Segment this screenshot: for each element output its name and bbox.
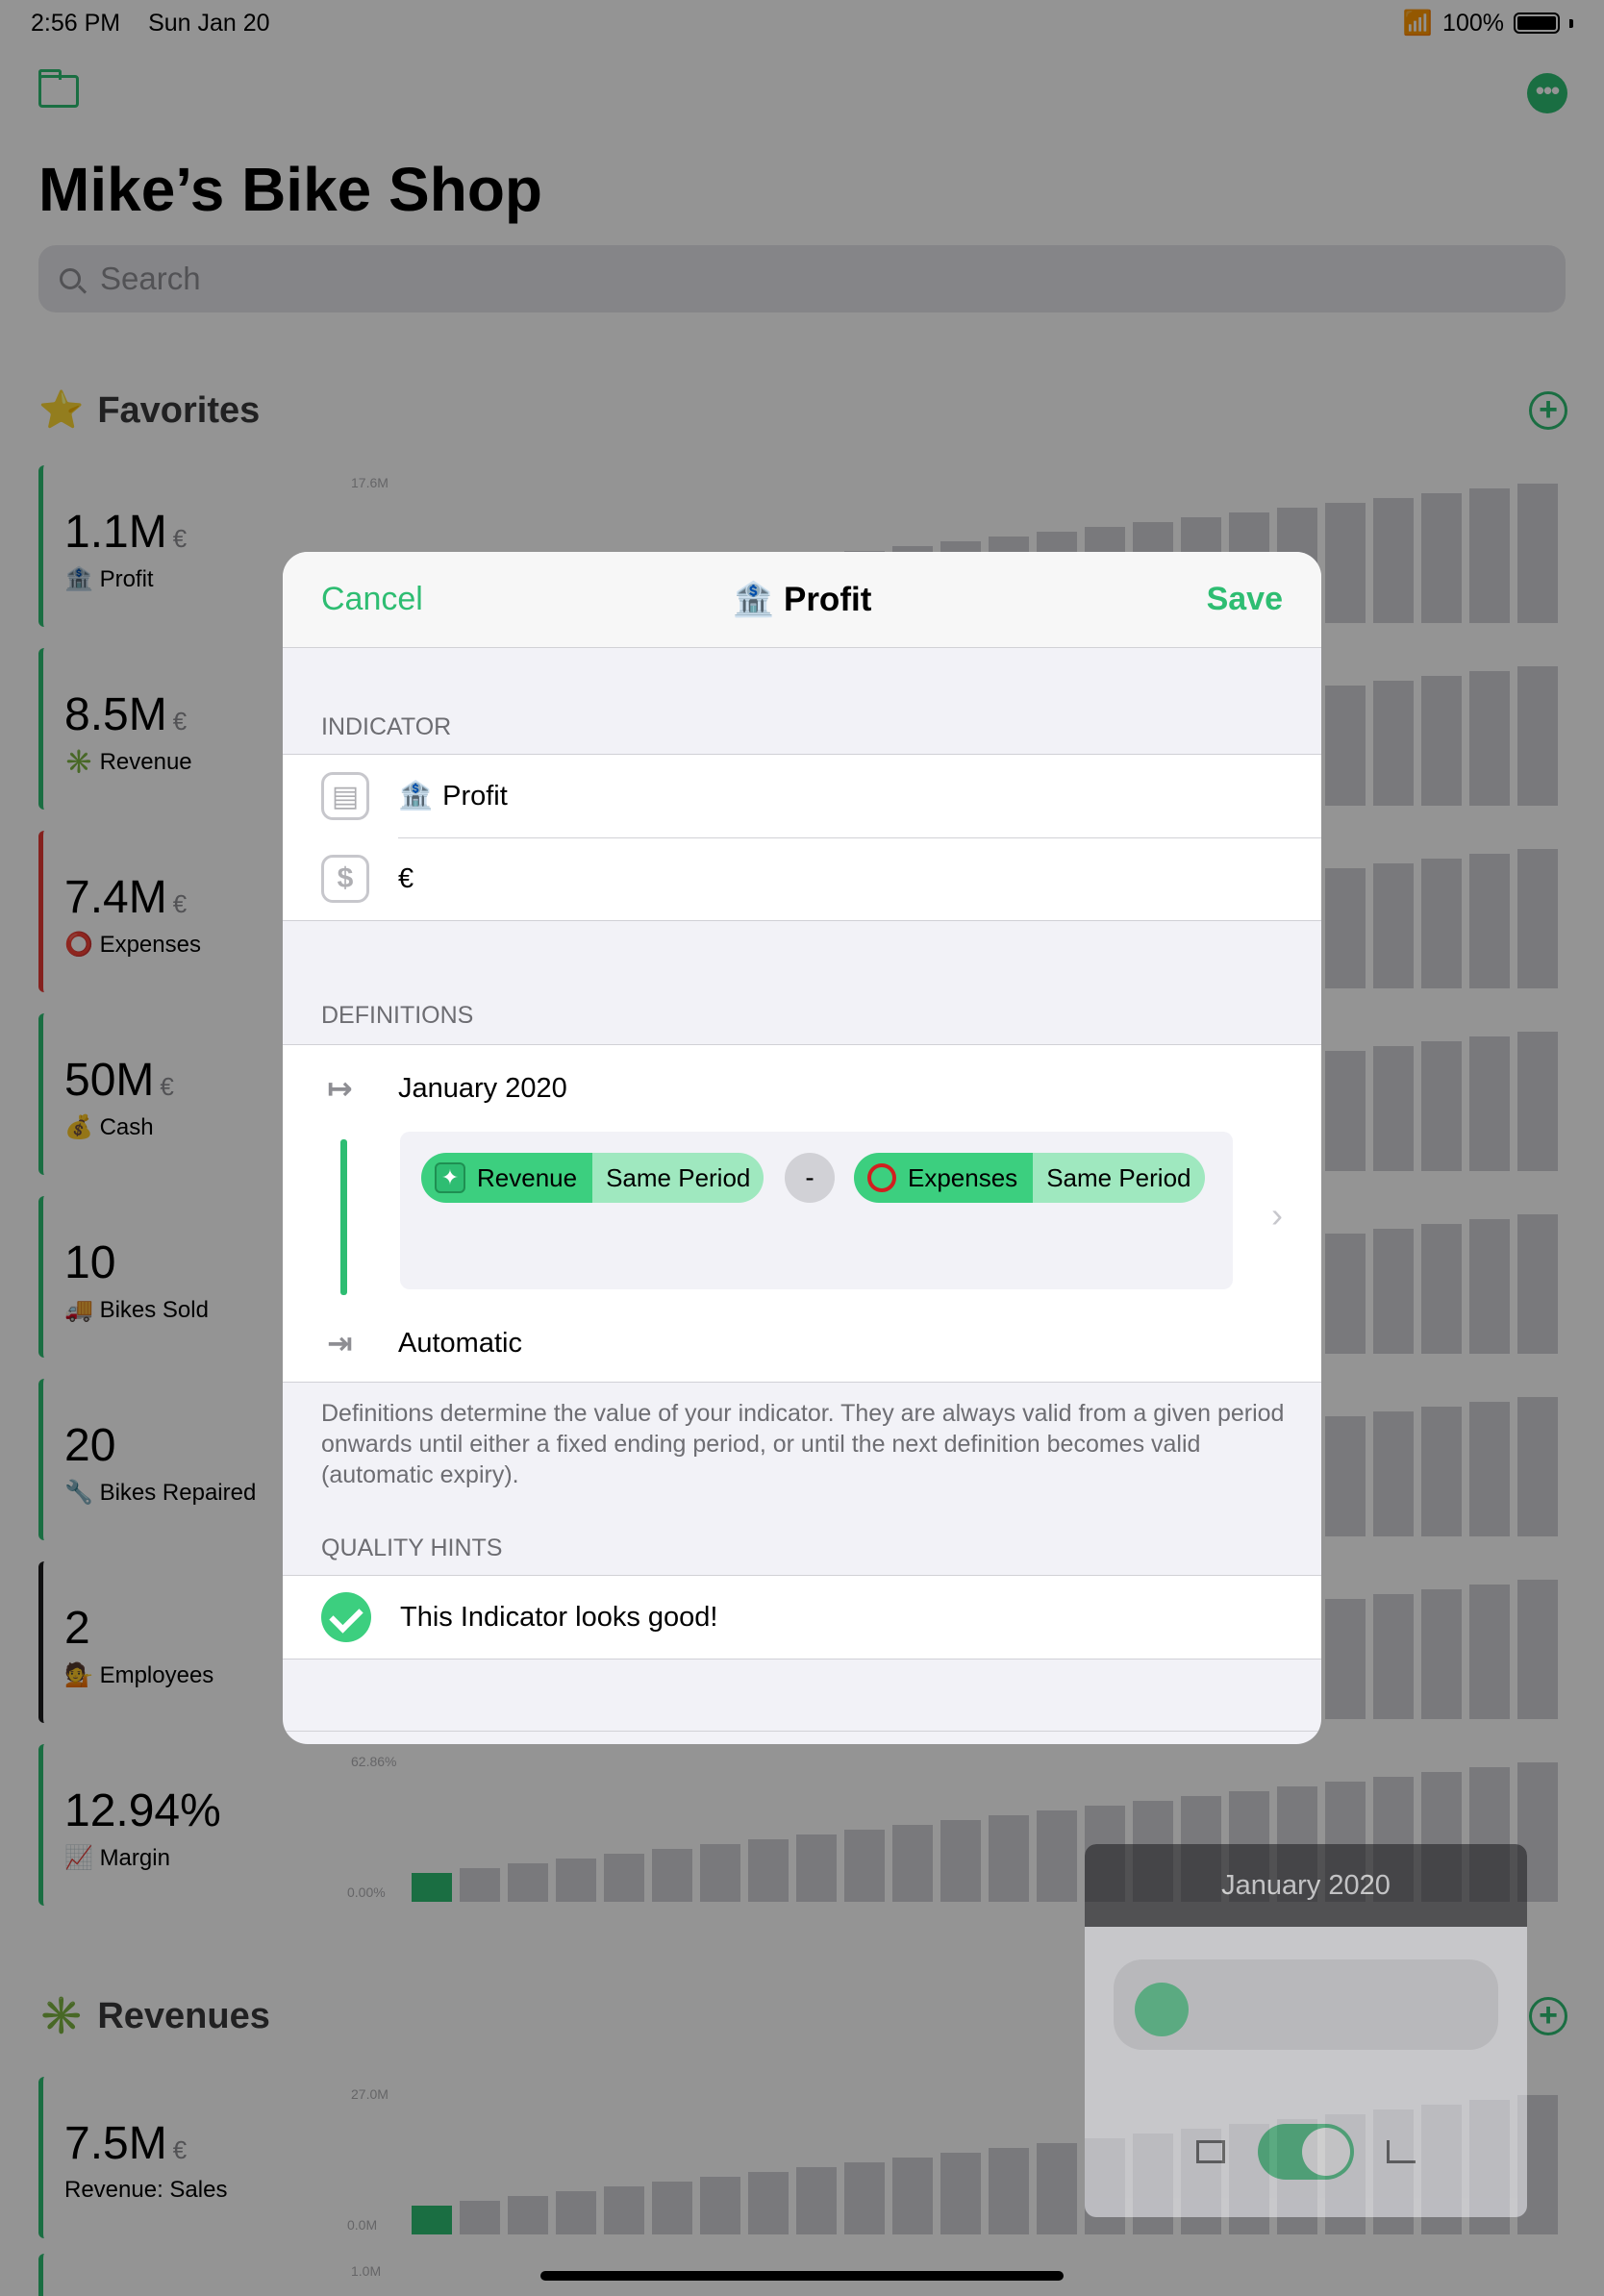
- red-circle-icon: [867, 1163, 896, 1192]
- sparkle-icon: ✦: [435, 1162, 465, 1193]
- formula-box[interactable]: ✦ Revenue Same Period - Expenses Same Per…: [400, 1132, 1233, 1289]
- save-button[interactable]: Save: [1207, 581, 1283, 618]
- indicator-group: ▤ 🏦 Profit $ €: [283, 754, 1321, 921]
- start-arrow-icon: ↦: [327, 1071, 353, 1106]
- sheet-title-text: Profit: [783, 581, 872, 618]
- validity-line: [340, 1139, 347, 1295]
- start-period-row[interactable]: ↦ January 2020: [283, 1045, 1321, 1132]
- quality-row: This Indicator looks good!: [283, 1576, 1321, 1659]
- popover-title: January 2020: [1085, 1844, 1527, 1927]
- popover-slider[interactable]: [1114, 1959, 1498, 2050]
- end-arrow-icon: ⇥: [327, 1326, 353, 1360]
- slider-knob[interactable]: [1135, 1983, 1189, 2036]
- token-name: Revenue: [477, 1162, 578, 1192]
- sheet-nav-bar: Cancel 🏦 Profit Save: [283, 552, 1321, 648]
- quality-header: QUALITY HINTS: [321, 1535, 503, 1561]
- start-period: January 2020: [398, 1072, 567, 1104]
- bank-icon: 🏦: [732, 581, 775, 618]
- sheet-bottom-divider: [283, 1731, 1321, 1732]
- contact-card-icon: ▤: [321, 772, 369, 820]
- view-toggle[interactable]: [1258, 2124, 1354, 2180]
- chart-icon[interactable]: [1387, 2140, 1416, 2163]
- end-period-row[interactable]: ⇥ Automatic: [283, 1305, 1321, 1382]
- token-period: Same Period: [592, 1153, 764, 1203]
- indicator-name-emoji: 🏦: [398, 781, 434, 811]
- definitions-group: ↦ January 2020 ✦ Revenue Same Period - Ex…: [283, 1044, 1321, 1383]
- formula-token-revenue[interactable]: ✦ Revenue Same Period: [421, 1153, 764, 1203]
- definitions-footnote: Definitions determine the value of your …: [321, 1400, 1285, 1488]
- indicator-name-row[interactable]: ▤ 🏦 Profit: [283, 755, 1321, 837]
- end-period: Automatic: [398, 1327, 522, 1359]
- cancel-button[interactable]: Cancel: [321, 581, 423, 618]
- table-icon[interactable]: [1196, 2140, 1225, 2163]
- formula-token-expenses[interactable]: Expenses Same Period: [854, 1153, 1205, 1203]
- token-period: Same Period: [1033, 1153, 1205, 1203]
- sheet-title: 🏦 Profit: [283, 580, 1321, 619]
- indicator-unit[interactable]: €: [398, 863, 414, 895]
- chevron-right-icon[interactable]: ›: [1271, 1195, 1283, 1235]
- quality-group: This Indicator looks good!: [283, 1575, 1321, 1660]
- quality-message: This Indicator looks good!: [400, 1601, 718, 1633]
- definition-formula[interactable]: ✦ Revenue Same Period - Expenses Same Per…: [283, 1132, 1321, 1305]
- indicator-unit-row[interactable]: $ €: [283, 837, 1321, 920]
- edit-indicator-sheet: Cancel 🏦 Profit Save INDICATOR ▤ 🏦 Profi…: [283, 552, 1321, 1744]
- formula-operator[interactable]: -: [785, 1153, 835, 1203]
- indicator-header: INDICATOR: [321, 713, 452, 740]
- indicator-name[interactable]: Profit: [442, 781, 508, 812]
- period-popover: January 2020: [1085, 1844, 1527, 2217]
- home-indicator: [540, 2271, 1064, 2281]
- token-name: Expenses: [908, 1162, 1018, 1192]
- checkmark-icon: [321, 1592, 371, 1642]
- definitions-header: DEFINITIONS: [321, 1002, 474, 1029]
- dollar-icon: $: [321, 855, 369, 903]
